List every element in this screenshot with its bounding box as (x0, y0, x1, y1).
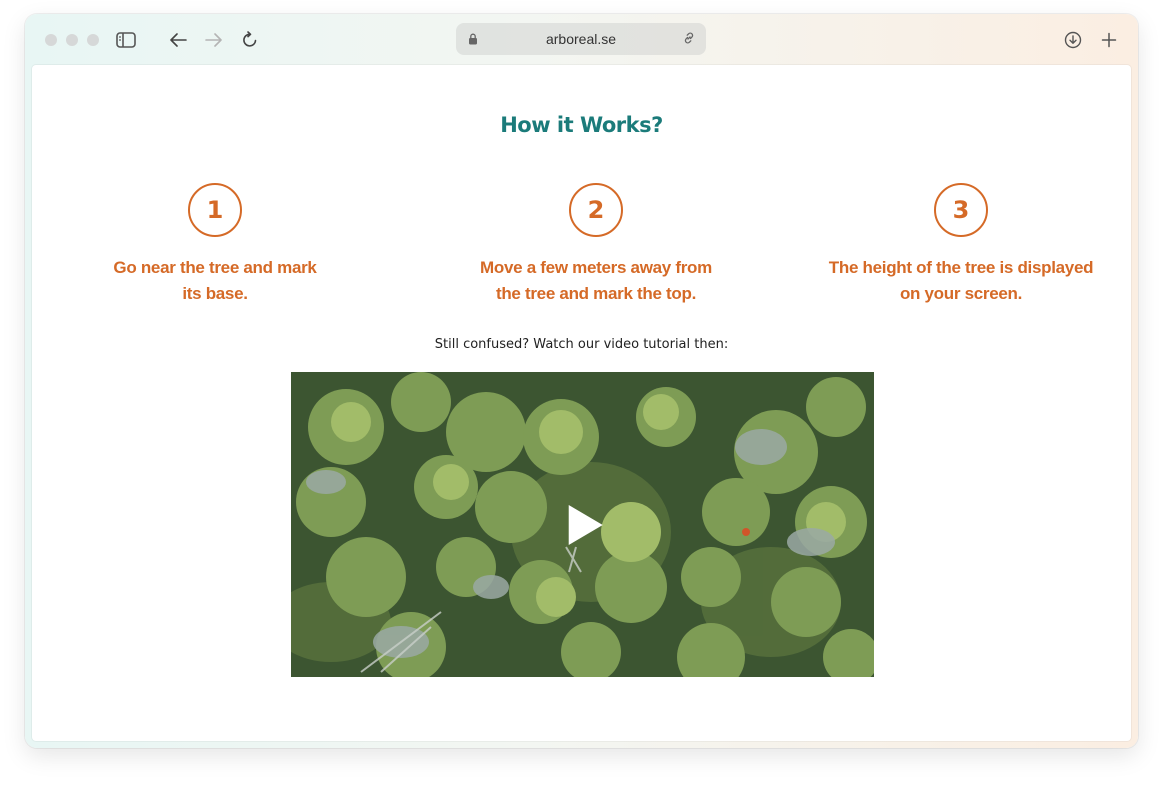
step-description: Move a few meters away from the tree and… (461, 255, 731, 307)
step-text-line: the tree and mark the top. (495, 284, 697, 303)
window-controls (45, 34, 99, 46)
step-2: 2 Move a few meters away from the tree a… (461, 183, 731, 307)
step-number-badge: 2 (569, 183, 623, 237)
forward-arrow-icon[interactable] (201, 27, 227, 53)
step-text-line: The height of the tree is displayed (828, 258, 1094, 277)
step-description: The height of the tree is displayed on y… (806, 255, 1116, 307)
step-text-line: on your screen. (899, 284, 1023, 303)
sidebar-icon[interactable] (113, 27, 139, 53)
video-caption: Still confused? Watch our video tutorial… (434, 337, 729, 352)
page-title: How it Works? (500, 113, 663, 137)
reload-icon[interactable] (237, 27, 263, 53)
zoom-window-button[interactable] (87, 34, 99, 46)
browser-window: arboreal.se How it Works? 1 Go near the … (25, 14, 1138, 748)
minimize-window-button[interactable] (66, 34, 78, 46)
step-text-line: its base. (182, 284, 248, 303)
close-window-button[interactable] (45, 34, 57, 46)
video-player[interactable] (291, 372, 874, 677)
step-number-badge: 1 (188, 183, 242, 237)
play-icon[interactable] (568, 504, 603, 545)
web-page: How it Works? 1 Go near the tree and mar… (32, 65, 1131, 741)
url-text: arboreal.se (545, 31, 617, 47)
step-text-line: Go near the tree and mark (113, 258, 317, 277)
step-number-badge: 3 (934, 183, 988, 237)
step-description: Go near the tree and mark its base. (90, 255, 340, 307)
back-arrow-icon[interactable] (165, 27, 191, 53)
browser-toolbar: arboreal.se (25, 14, 1138, 66)
step-3: 3 The height of the tree is displayed on… (806, 183, 1116, 307)
link-icon[interactable] (682, 31, 696, 50)
plus-icon[interactable] (1096, 27, 1122, 53)
address-bar[interactable]: arboreal.se (456, 23, 706, 55)
step-1: 1 Go near the tree and mark its base. (90, 183, 340, 307)
step-text-line: Move a few meters away from (480, 258, 712, 277)
download-icon[interactable] (1060, 27, 1086, 53)
